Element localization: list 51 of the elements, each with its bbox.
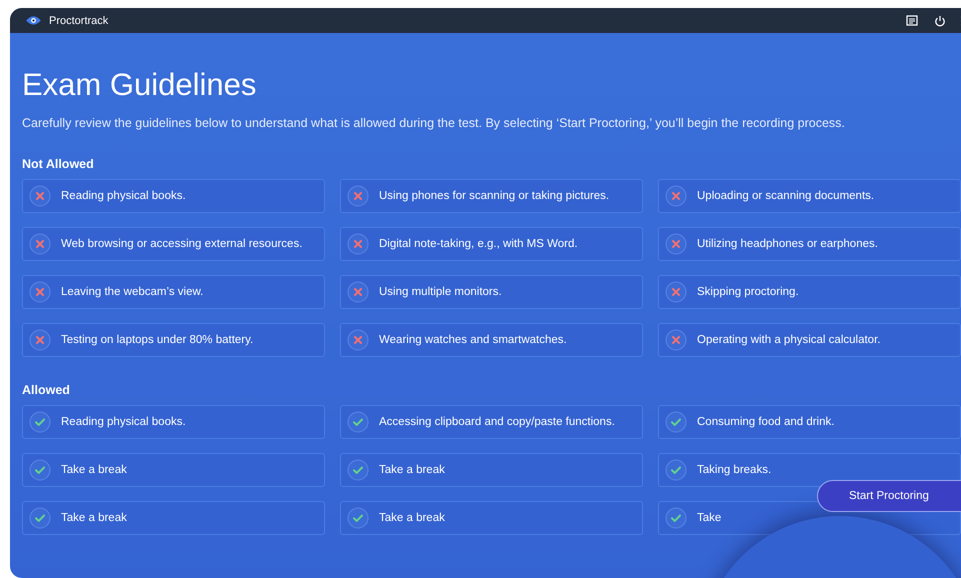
check-icon — [347, 411, 369, 433]
cross-icon — [665, 281, 687, 303]
guideline-text: Take a break — [379, 512, 445, 524]
guideline-text: Reading physical books. — [61, 416, 186, 428]
guideline-text: Take a break — [61, 512, 127, 524]
guideline-text: Take a break — [61, 464, 127, 476]
guideline-text: Wearing watches and smartwatches. — [379, 334, 567, 346]
cross-icon — [347, 281, 369, 303]
guideline-text: Taking breaks. — [697, 464, 772, 476]
guideline-text: Take a break — [379, 464, 445, 476]
guideline-text: Skipping proctoring. — [697, 286, 799, 298]
section-heading: Not Allowed — [22, 157, 95, 171]
guideline-text: Uploading or scanning documents. — [697, 190, 874, 202]
check-icon — [347, 507, 369, 529]
cross-icon — [347, 329, 369, 351]
guideline-text: Using phones for scanning or taking pictures. — [379, 190, 610, 202]
guideline-text: Consuming food and drink. — [697, 416, 834, 428]
guideline-text: Digital note-taking, e.g., with MS Word. — [379, 238, 578, 250]
page-heading: Exam Guidelines — [22, 66, 258, 104]
cross-icon — [347, 185, 369, 207]
cross-icon — [29, 185, 51, 207]
check-icon — [665, 507, 687, 529]
check-icon — [665, 459, 687, 481]
guideline-text: Testing on laptops under 80% battery. — [61, 334, 254, 346]
check-icon — [29, 459, 51, 481]
power-icon[interactable] — [934, 14, 946, 26]
message-icon[interactable] — [906, 14, 918, 26]
guideline-text: Take — [697, 512, 722, 524]
check-icon — [347, 459, 369, 481]
cross-icon — [347, 233, 369, 255]
section-heading: Allowed — [22, 383, 71, 397]
cross-icon — [665, 329, 687, 351]
cross-icon — [665, 233, 687, 255]
guideline-text: Accessing clipboard and copy/paste functions. — [379, 416, 615, 428]
guideline-text: Reading physical books. — [61, 190, 186, 202]
cross-icon — [665, 185, 687, 207]
cross-icon — [29, 233, 51, 255]
cross-icon — [29, 329, 51, 351]
check-icon — [29, 411, 51, 433]
guideline-text: Operating with a physical calculator. — [697, 334, 880, 346]
check-icon — [665, 411, 687, 433]
cross-icon — [29, 281, 51, 303]
guideline-text: Leaving the webcam’s view. — [61, 286, 204, 298]
guideline-text: Utilizing headphones or earphones. — [697, 238, 878, 250]
check-icon — [29, 507, 51, 529]
app-title: Proctortrack — [49, 14, 108, 26]
start-proctoring-button[interactable]: Start Proctoring — [817, 480, 961, 512]
guideline-text: Using multiple monitors. — [379, 286, 502, 298]
intro-text: Carefully review the guidelines below to understand what is allowed during the test. By selecting ‘Start Proctoring,’ you’ll begin the recording process. — [22, 115, 846, 131]
guideline-text: Web browsing or accessing external resources. — [61, 238, 302, 250]
eye-logo-icon — [26, 15, 41, 26]
